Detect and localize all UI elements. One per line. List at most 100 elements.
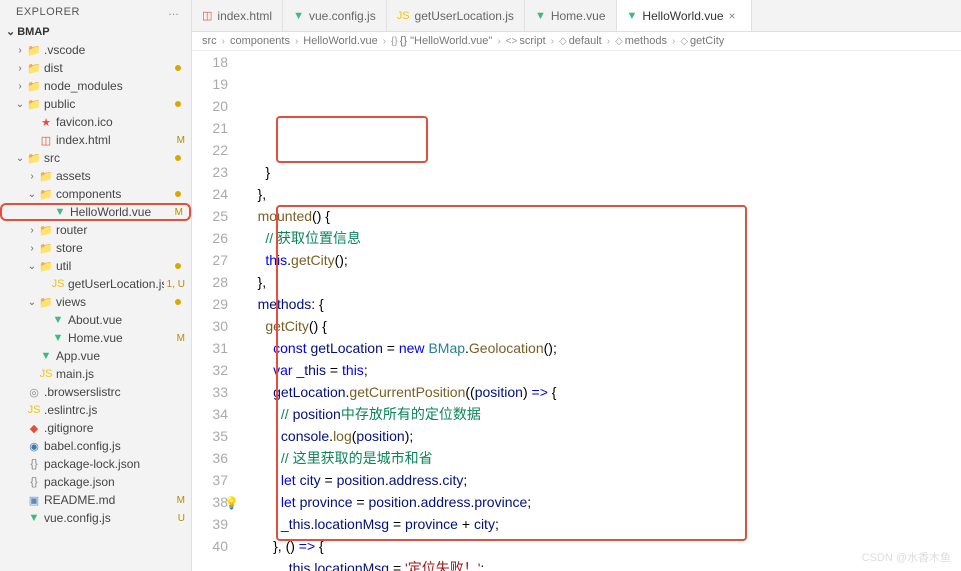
- breadcrumb-icon: <>: [506, 36, 518, 47]
- breadcrumb-seg[interactable]: <>script: [506, 35, 546, 47]
- tree-item-label: public: [44, 97, 175, 111]
- tree-item-label: vue.config.js: [44, 511, 175, 525]
- tree-item-node-modules[interactable]: ›📁node_modules: [0, 77, 191, 95]
- breadcrumb-seg[interactable]: {}{} "HelloWorld.vue": [391, 35, 492, 47]
- tree-item-label: util: [56, 259, 175, 273]
- editor[interactable]: 1819202122232425262728293031323334353637…: [192, 51, 961, 571]
- code-content[interactable]: 💡 } }, mounted() { // 获取位置信息 this.getCit…: [242, 51, 961, 571]
- tree-item-vue-config-js[interactable]: ▼vue.config.jsU: [0, 509, 191, 527]
- code-line[interactable]: }, () => {: [242, 535, 961, 557]
- tree-item-getuserlocation-js[interactable]: JSgetUserLocation.js1, U: [0, 275, 191, 293]
- folder-icon: 📁: [26, 62, 42, 75]
- tree-item-package-json[interactable]: {}package.json: [0, 473, 191, 491]
- chevron-icon: ›: [14, 45, 26, 56]
- breadcrumb-seg[interactable]: ◇default: [559, 35, 602, 47]
- tree-item-label: package.json: [44, 475, 185, 489]
- chevron-icon: ›: [14, 63, 26, 74]
- tree-item-dist[interactable]: ›📁dist: [0, 59, 191, 77]
- breadcrumb-seg[interactable]: components: [230, 35, 290, 47]
- js-icon: JS: [26, 404, 42, 416]
- tab-vue-config-js[interactable]: ▼vue.config.js: [283, 0, 387, 31]
- code-line[interactable]: const getLocation = new BMap.Geolocation…: [242, 337, 961, 359]
- code-line[interactable]: getCity() {: [242, 315, 961, 337]
- folder-icon: 📁: [38, 224, 54, 237]
- chevron-icon: ⌄: [14, 99, 26, 110]
- code-line[interactable]: _this.locationMsg = '定位失败！';: [242, 557, 961, 571]
- tree-item--browserslistrc[interactable]: ◎.browserslistrc: [0, 383, 191, 401]
- modified-dot: [175, 299, 181, 305]
- tree-item-label: dist: [44, 61, 175, 75]
- code-line[interactable]: let province = position.address.province…: [242, 491, 961, 513]
- tree-item-favicon-ico[interactable]: ★favicon.ico: [0, 113, 191, 131]
- tree-item-label: assets: [56, 169, 185, 183]
- code-line[interactable]: _this.locationMsg = province + city;: [242, 513, 961, 535]
- code-line[interactable]: methods: {: [242, 293, 961, 315]
- lightbulb-icon[interactable]: 💡: [224, 492, 239, 514]
- chevron-icon: ⌄: [26, 297, 38, 308]
- tree-item-views[interactable]: ⌄📁views: [0, 293, 191, 311]
- project-header[interactable]: ⌄ BMAP: [0, 22, 191, 41]
- code-line[interactable]: },: [242, 183, 961, 205]
- breadcrumb-seg[interactable]: ◇getCity: [680, 35, 724, 47]
- tree-item-router[interactable]: ›📁router: [0, 221, 191, 239]
- tab-getuserlocation-js[interactable]: JSgetUserLocation.js: [387, 0, 525, 31]
- tree-item-main-js[interactable]: JSmain.js: [0, 365, 191, 383]
- md-icon: ▣: [26, 494, 42, 507]
- folder-icon: 📁: [38, 260, 54, 273]
- breadcrumb-seg[interactable]: HelloWorld.vue: [303, 35, 377, 47]
- tree-item--gitignore[interactable]: ◆.gitignore: [0, 419, 191, 437]
- breadcrumb-seg[interactable]: src: [202, 35, 217, 47]
- breadcrumb-seg[interactable]: ◇methods: [615, 35, 667, 47]
- code-line[interactable]: },: [242, 271, 961, 293]
- code-line[interactable]: // 获取位置信息: [242, 227, 961, 249]
- tree-item-store[interactable]: ›📁store: [0, 239, 191, 257]
- highlight-box-1: [276, 116, 428, 163]
- tree-item-label: babel.config.js: [44, 439, 185, 453]
- tree-item-src[interactable]: ⌄📁src: [0, 149, 191, 167]
- tree-item-helloworld-vue[interactable]: ▼HelloWorld.vueM: [0, 203, 191, 221]
- modified-dot: [175, 65, 181, 71]
- tab-home-vue[interactable]: ▼Home.vue: [525, 0, 617, 31]
- code-line[interactable]: mounted() {: [242, 205, 961, 227]
- chevron-icon: ›: [14, 81, 26, 92]
- tab-index-html[interactable]: ◫index.html: [192, 0, 283, 31]
- code-line[interactable]: getLocation.getCurrentPosition((position…: [242, 381, 961, 403]
- tab-label: vue.config.js: [309, 9, 376, 23]
- code-line[interactable]: this.getCity();: [242, 249, 961, 271]
- tab-label: getUserLocation.js: [415, 9, 514, 23]
- file-tree: ›📁.vscode›📁dist›📁node_modules⌄📁public★fa…: [0, 41, 191, 571]
- tree-item-label: node_modules: [44, 79, 185, 93]
- git-status: 1, U: [164, 279, 185, 290]
- code-line[interactable]: // 这里获取的是城市和省: [242, 447, 961, 469]
- tree-item-package-lock-json[interactable]: {}package-lock.json: [0, 455, 191, 473]
- tab-helloworld-vue[interactable]: ▼HelloWorld.vue×: [617, 0, 752, 31]
- breadcrumb[interactable]: src›components›HelloWorld.vue›{}{} "Hell…: [192, 32, 961, 51]
- tree-item-about-vue[interactable]: ▼About.vue: [0, 311, 191, 329]
- tree-item--vscode[interactable]: ›📁.vscode: [0, 41, 191, 59]
- tree-item-babel-config-js[interactable]: ◉babel.config.js: [0, 437, 191, 455]
- tree-item-public[interactable]: ⌄📁public: [0, 95, 191, 113]
- close-icon[interactable]: ×: [729, 9, 741, 23]
- json-icon: {}: [26, 458, 42, 470]
- tree-item-readme-md[interactable]: ▣README.mdM: [0, 491, 191, 509]
- code-line[interactable]: }: [242, 161, 961, 183]
- tree-item-index-html[interactable]: ◫index.htmlM: [0, 131, 191, 149]
- tree-item--eslintrc-js[interactable]: JS.eslintrc.js: [0, 401, 191, 419]
- tree-item-home-vue[interactable]: ▼Home.vueM: [0, 329, 191, 347]
- code-line[interactable]: console.log(position);: [242, 425, 961, 447]
- tree-item-assets[interactable]: ›📁assets: [0, 167, 191, 185]
- code-line[interactable]: // position中存放所有的定位数据: [242, 403, 961, 425]
- explorer-sidebar: EXPLORER … ⌄ BMAP ›📁.vscode›📁dist›📁node_…: [0, 0, 192, 571]
- more-icon[interactable]: …: [168, 6, 181, 18]
- code-line[interactable]: let city = position.address.city;: [242, 469, 961, 491]
- chevron-icon: ⌄: [26, 261, 38, 272]
- git-icon: ◆: [26, 422, 42, 435]
- tree-item-app-vue[interactable]: ▼App.vue: [0, 347, 191, 365]
- tree-item-components[interactable]: ⌄📁components: [0, 185, 191, 203]
- tab-bar: ◫index.html▼vue.config.jsJSgetUserLocati…: [192, 0, 961, 32]
- code-line[interactable]: var _this = this;: [242, 359, 961, 381]
- chevron-icon: ⌄: [14, 153, 26, 164]
- vue-icon: ▼: [627, 10, 638, 22]
- modified-dot: [175, 191, 181, 197]
- tree-item-util[interactable]: ⌄📁util: [0, 257, 191, 275]
